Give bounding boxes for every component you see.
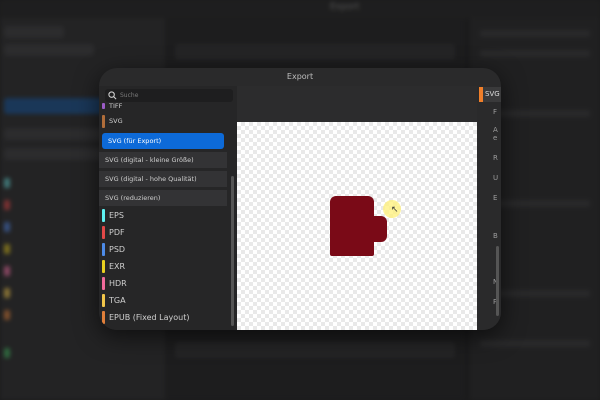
cursor-icon: ↖ <box>391 205 399 215</box>
background-swatch <box>4 200 10 210</box>
format-item[interactable]: SVG (für Export) <box>102 133 224 149</box>
preview-mug-body <box>330 196 374 256</box>
options-panel: SVG F A e R U E B N P <box>477 86 501 330</box>
format-item[interactable]: EPS <box>99 207 227 224</box>
format-item-label: PSD <box>109 245 126 254</box>
format-item-label: SVG (digital - kleine Größe) <box>105 156 194 164</box>
tab-label: SVG <box>485 90 500 98</box>
format-item-label: EPUB (Fixed Layout) <box>109 313 190 322</box>
background-line <box>480 340 590 347</box>
format-item[interactable]: EXR <box>99 258 227 275</box>
format-color-swatch <box>102 103 105 109</box>
format-color-swatch <box>102 294 105 307</box>
format-item-label: SVG (digital - hohe Qualität) <box>105 175 197 183</box>
format-item[interactable]: SVG (digital - kleine Größe) <box>99 152 227 168</box>
background-swatch <box>4 222 10 232</box>
preview-mug-handle <box>373 216 387 242</box>
background-row <box>4 26 64 38</box>
option-label: e <box>493 134 498 142</box>
format-item-label: SVG <box>109 117 123 125</box>
format-item[interactable]: SVG (digital - hohe Qualität) <box>99 171 227 187</box>
format-color-swatch <box>102 115 105 128</box>
format-item-label: EXR <box>109 262 126 271</box>
dialog-title: Export <box>286 72 314 81</box>
option-label: U <box>493 174 499 182</box>
format-color-swatch <box>102 311 105 324</box>
background-swatch <box>4 244 10 254</box>
format-color-swatch <box>102 243 105 256</box>
option-label: A <box>493 126 498 134</box>
search-box[interactable] <box>105 89 233 102</box>
background-field <box>175 342 455 358</box>
background-row <box>4 148 104 160</box>
tab-svg[interactable]: SVG <box>479 87 501 102</box>
background-row <box>4 44 94 56</box>
format-item-label: TIFF <box>109 103 123 110</box>
format-color-swatch <box>102 277 105 290</box>
tab-marker <box>479 87 483 102</box>
format-item[interactable]: TIFF <box>99 103 227 111</box>
format-item[interactable]: HDR <box>99 275 227 292</box>
option-label: E <box>493 194 498 202</box>
background-swatch <box>4 310 10 320</box>
format-item[interactable]: EPUB (Fixed Layout) <box>99 309 227 326</box>
background-line <box>480 30 590 37</box>
background-swatch <box>4 288 10 298</box>
background-swatch <box>4 348 10 358</box>
option-label: F <box>493 108 498 116</box>
format-list-panel: TIFF SVG SVG (für Export) SVG (digital - kl… <box>99 86 237 330</box>
format-item-label: SVG (für Export) <box>108 137 162 145</box>
export-dialog: Export TIFF SVG SVG (für Export) SVG (digit… <box>99 68 501 330</box>
background-line <box>480 50 590 57</box>
background-swatch <box>4 178 10 188</box>
format-color-swatch <box>102 260 105 273</box>
search-input[interactable] <box>120 89 228 102</box>
format-item[interactable]: SVG (reduzieren) <box>99 190 227 206</box>
format-item-label: PDF <box>109 228 125 237</box>
format-color-swatch <box>102 209 105 222</box>
format-item-label: HDR <box>109 279 127 288</box>
preview-toolbar <box>237 86 477 122</box>
format-item-label: TGA <box>109 296 126 305</box>
format-item[interactable]: SVG <box>99 113 227 130</box>
format-item-label: EPS <box>109 211 124 220</box>
search-icon <box>108 91 117 100</box>
background-title: Export <box>330 2 360 12</box>
format-item[interactable]: TGA <box>99 292 227 309</box>
format-item[interactable]: PDF <box>99 224 227 241</box>
options-scrollbar[interactable] <box>496 246 499 316</box>
format-color-swatch <box>102 226 105 239</box>
background-swatch <box>4 266 10 276</box>
background-field <box>175 44 455 60</box>
option-label: B <box>493 232 498 240</box>
format-item-label: SVG (reduzieren) <box>105 194 161 202</box>
format-list-scrollbar[interactable] <box>231 176 234 326</box>
export-preview: ↖ <box>237 122 477 330</box>
option-label: R <box>493 154 498 162</box>
background-topbar: Export <box>0 0 600 18</box>
format-item[interactable]: PSD <box>99 241 227 258</box>
format-list[interactable]: TIFF SVG SVG (für Export) SVG (digital - kl… <box>99 103 229 330</box>
